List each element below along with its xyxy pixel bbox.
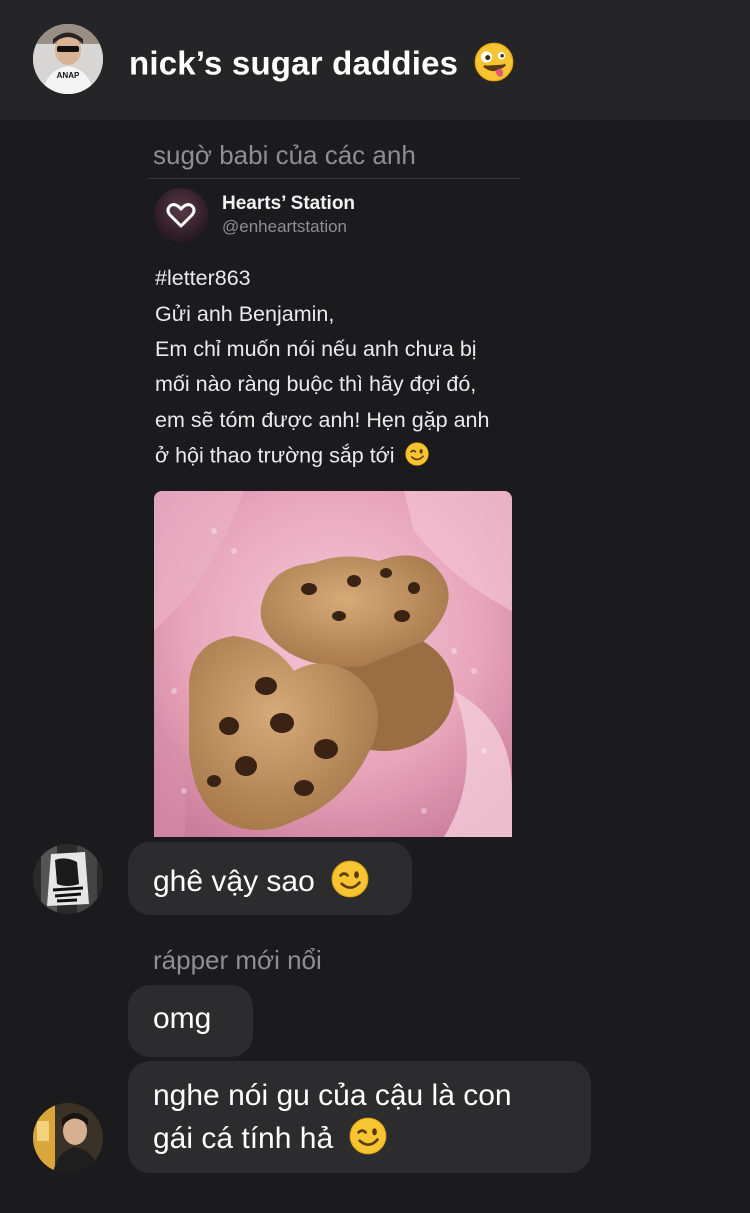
- post-text-line: em sẽ tóm được anh! Hẹn gặp anh: [155, 408, 490, 432]
- winking-face-emoji: [404, 441, 429, 472]
- post-text-line-text: ở hội thao trường sắp tới: [155, 443, 395, 468]
- winking-face-emoji: [331, 859, 370, 906]
- zany-face-emoji: [474, 42, 514, 90]
- post-account-handle: @enheartstation: [222, 217, 348, 236]
- message-bubble[interactable]: ghê vậy sao: [128, 842, 412, 915]
- post-text-line: #letter863: [155, 266, 251, 290]
- post-text-line: ở hội thao trường sắp tới: [155, 441, 429, 472]
- winking-face-emoji: [349, 1116, 388, 1163]
- sender-name: sugờ babi của các anh: [153, 140, 416, 170]
- chat-header: ANAP nick’s sugar daddies: [0, 0, 750, 120]
- avatar-shirt-text: ANAP: [57, 71, 80, 80]
- sender-avatar[interactable]: [33, 1103, 103, 1173]
- message-bubble[interactable]: nghe nói gu của cậu là con gái cá tính h…: [128, 1061, 591, 1173]
- sender-name: rápper mới nổi: [153, 945, 322, 975]
- post-text-line: mối nào ràng buộc thì hãy đợi đó,: [155, 372, 477, 396]
- message-text: omg: [153, 1002, 212, 1035]
- message-bubble[interactable]: omg: [128, 985, 253, 1057]
- message-text: ghê vậy sao: [153, 864, 315, 898]
- group-title-text: nick’s sugar daddies: [129, 44, 459, 82]
- post-text-line: Gửi anh Benjamin,: [155, 302, 335, 326]
- post-text-line: Em chỉ muốn nói nếu anh chưa bị: [155, 337, 477, 361]
- post-account-name: Hearts’ Station: [222, 193, 356, 214]
- sender-avatar[interactable]: [33, 844, 103, 914]
- group-avatar[interactable]: ANAP: [33, 24, 103, 94]
- hearts-station-avatar: [154, 188, 208, 242]
- cookies-photo[interactable]: [154, 491, 512, 837]
- message-text-line: nghe nói gu của cậu là con: [153, 1079, 512, 1112]
- divider: [147, 178, 519, 179]
- group-title[interactable]: nick’s sugar daddies: [129, 42, 514, 90]
- message-text-line: gái cá tính hả: [153, 1121, 334, 1155]
